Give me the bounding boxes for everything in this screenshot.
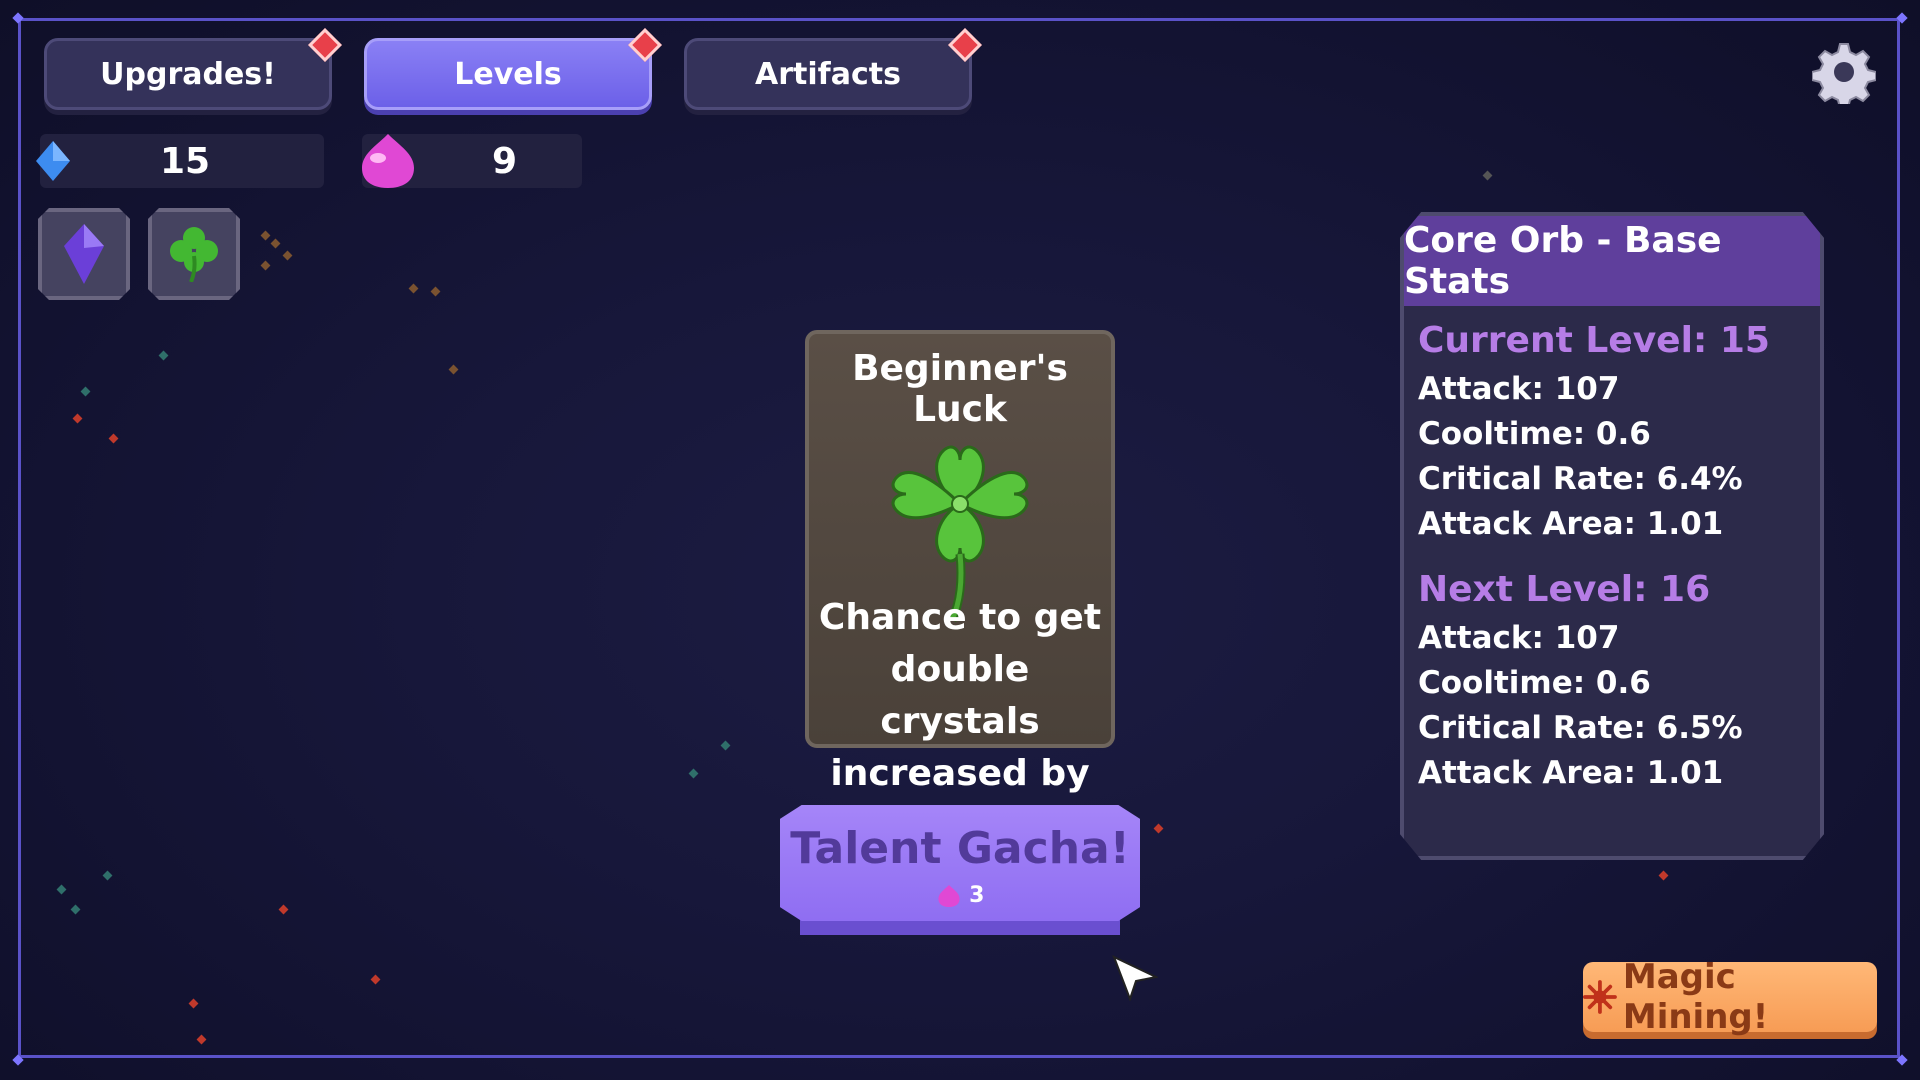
description-line: Chance to get	[818, 597, 1102, 638]
frame-corner	[1896, 12, 1908, 24]
core-orb-stats-panel: Core Orb - Base Stats Current Level: 15 …	[1400, 212, 1824, 860]
current-stat-line: Attack Area: 1.01	[1418, 506, 1724, 542]
essence-counter: 9	[362, 134, 582, 188]
talent-gacha-label: Talent Gacha!	[790, 823, 1130, 874]
next-stat-line: Critical Rate: 6.5%	[1418, 710, 1743, 746]
stats-panel-title: Core Orb - Base Stats	[1404, 216, 1820, 306]
burst-icon	[1583, 980, 1617, 1014]
purple-crystal-icon	[64, 224, 104, 284]
current-stat-line: Cooltime: 0.6	[1418, 416, 1651, 452]
next-stat-line: Cooltime: 0.6	[1418, 665, 1651, 701]
frame-corner	[12, 1054, 24, 1066]
current-stat-line: Critical Rate: 6.4%	[1418, 461, 1743, 497]
crystal-count: 15	[160, 140, 211, 182]
next-stat-line: Attack: 107	[1418, 620, 1620, 656]
talent-card-title: Beginner's Luck	[852, 348, 1068, 430]
notification-badge-icon	[628, 28, 662, 62]
tab-artifacts[interactable]: Artifacts	[684, 28, 982, 110]
tab-upgrades-label: Upgrades!	[100, 56, 276, 92]
cursor-icon	[1112, 955, 1158, 1001]
pink-drop-icon	[362, 134, 414, 188]
next-level-heading: Next Level: 16	[1418, 569, 1711, 610]
talent-gacha-button[interactable]: Talent Gacha! 3	[780, 805, 1140, 937]
notification-badge-icon	[308, 28, 342, 62]
frame-corner	[1896, 1054, 1908, 1066]
magic-mining-button[interactable]: Magic Mining!	[1583, 957, 1877, 1037]
next-stat-line: Attack Area: 1.01	[1418, 755, 1724, 791]
settings-button[interactable]	[1811, 40, 1877, 109]
artifact-slot-clover[interactable]	[148, 208, 240, 300]
talent-card: Beginner's Luck Chance to get double cry…	[805, 330, 1115, 846]
pink-drop-icon	[937, 885, 960, 907]
clover-icon	[170, 227, 218, 282]
current-level-heading: Current Level: 15	[1418, 320, 1770, 361]
tab-levels-label: Levels	[454, 56, 562, 92]
gear-icon	[1811, 43, 1877, 109]
tab-levels[interactable]: Levels	[364, 28, 662, 110]
artifact-slot-crystal[interactable]	[38, 208, 130, 300]
tab-artifacts-label: Artifacts	[755, 56, 901, 92]
blue-crystal-icon	[36, 141, 70, 181]
gacha-cost-value: 3	[969, 883, 985, 908]
current-stat-line: Attack: 107	[1418, 371, 1620, 407]
frame-corner	[12, 12, 24, 24]
crystal-counter: 15	[36, 134, 324, 188]
tab-upgrades[interactable]: Upgrades!	[44, 28, 342, 110]
description-line: double crystals	[880, 649, 1040, 742]
essence-count: 9	[492, 140, 518, 182]
magic-mining-label: Magic Mining!	[1622, 957, 1769, 1037]
gacha-cost: 3	[780, 883, 1140, 908]
notification-badge-icon	[948, 28, 982, 62]
